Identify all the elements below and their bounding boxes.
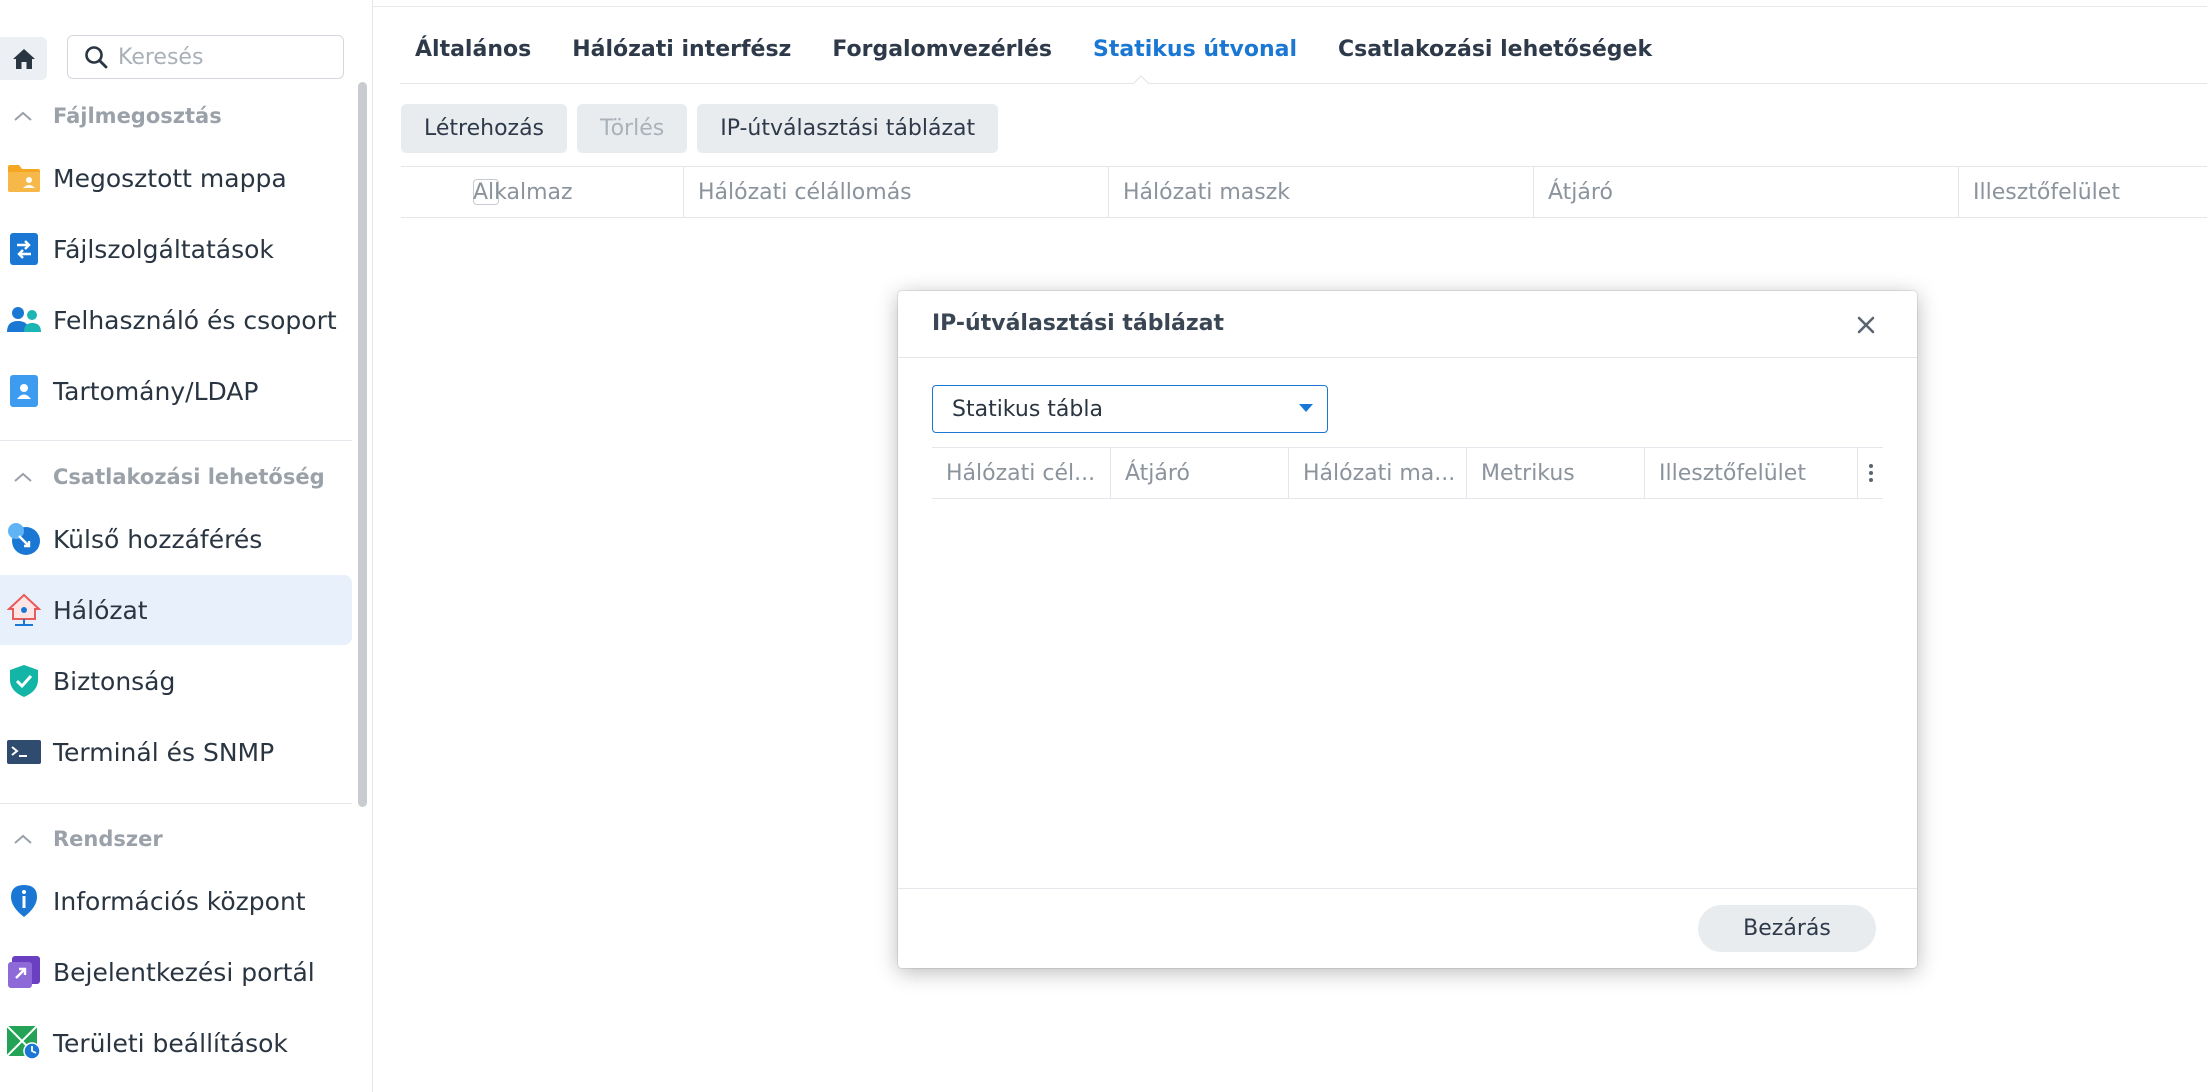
section-header-connectivity[interactable]: Csatlakozási lehetőség: [0, 457, 352, 497]
more-vertical-icon: [1869, 464, 1873, 482]
section-title: Rendszer: [53, 827, 163, 851]
file-services-icon: [7, 232, 41, 266]
sidebar-divider: [0, 440, 352, 441]
routing-table-button[interactable]: IP-útválasztási táblázat: [697, 104, 999, 153]
search-icon: [85, 46, 108, 69]
terminal-icon: [7, 735, 41, 769]
sidebar-item-external-access[interactable]: Külső hozzáférés: [0, 504, 352, 574]
login-portal-icon: [7, 955, 41, 989]
domain-ldap-icon: [7, 374, 41, 408]
column-header-interface[interactable]: Illesztőfelület: [1958, 167, 2207, 217]
close-icon: [1857, 316, 1875, 334]
sidebar-item-label: Tartomány/LDAP: [53, 376, 259, 406]
sidebar-item-info-center[interactable]: Információs központ: [0, 866, 352, 936]
home-icon: [12, 48, 35, 69]
tab-connectivity[interactable]: Csatlakozási lehetőségek: [1338, 37, 1652, 71]
sidebar-item-file-services[interactable]: Fájlszolgáltatások: [0, 214, 352, 284]
dropdown-value: Statikus tábla: [952, 396, 1103, 422]
regional-options-icon: [7, 1026, 41, 1060]
sidebar-item-label: Biztonság: [53, 666, 176, 696]
sidebar-divider: [0, 803, 352, 804]
sidebar-item-security[interactable]: Biztonság: [0, 646, 352, 716]
dialog-footer-divider: [898, 888, 1917, 889]
column-menu-button[interactable]: [1857, 448, 1884, 498]
sidebar-item-label: Területi beállítások: [53, 1028, 288, 1058]
column-header-destination[interactable]: Hálózati cél...: [932, 448, 1110, 498]
dialog-header-divider: [898, 357, 1917, 358]
sidebar-item-network[interactable]: Hálózat: [0, 575, 352, 645]
column-header-apply[interactable]: Alkalmaz: [401, 167, 683, 217]
tab-underline: [400, 83, 2207, 84]
sidebar-item-label: Terminál és SNMP: [53, 737, 275, 767]
info-center-icon: [7, 884, 41, 918]
sidebar-item-regional-options[interactable]: Területi beállítások: [0, 1008, 352, 1078]
sidebar-item-label: Hálózat: [53, 595, 148, 625]
sidebar-item-terminal[interactable]: Terminál és SNMP: [0, 717, 352, 787]
column-header-gateway[interactable]: Átjáró: [1533, 167, 1958, 217]
home-button[interactable]: [0, 37, 47, 80]
chevron-up-icon: [13, 833, 37, 845]
routing-table-dialog: IP-útválasztási táblázat Statikus tábla …: [898, 291, 1917, 968]
sidebar-item-user-group[interactable]: Felhasználó és csoport: [0, 285, 352, 355]
dialog-close-button[interactable]: [1849, 308, 1883, 342]
tab-traffic-control[interactable]: Forgalomvezérlés: [832, 37, 1052, 71]
caret-down-icon: [1299, 404, 1313, 412]
security-shield-icon: [7, 664, 41, 698]
section-header-system[interactable]: Rendszer: [0, 819, 352, 859]
sidebar-item-label: Megosztott mappa: [53, 163, 287, 193]
search-box[interactable]: [67, 35, 344, 79]
column-header-interface[interactable]: Illesztőfelület: [1644, 448, 1857, 498]
tab-network-interface[interactable]: Hálózati interfész: [572, 37, 791, 71]
sidebar-item-label: Információs központ: [53, 886, 306, 916]
search-input[interactable]: [116, 43, 320, 71]
section-title: Fájlmegosztás: [53, 104, 222, 128]
create-button[interactable]: Létrehozás: [401, 104, 568, 153]
sidebar-item-label: Felhasználó és csoport: [53, 305, 337, 335]
network-icon: [7, 593, 41, 627]
tab-bar: Általános Hálózati interfész Forgalomvez…: [415, 37, 1693, 71]
section-title: Csatlakozási lehetőség: [53, 465, 325, 489]
dialog-title: IP-útválasztási táblázat: [932, 311, 1225, 336]
sidebar-item-domain-ldap[interactable]: Tartomány/LDAP: [0, 356, 352, 426]
shared-folder-icon: [7, 161, 41, 195]
active-tab-caret-icon: [1133, 75, 1149, 85]
close-button[interactable]: Bezárás: [1698, 905, 1876, 952]
chevron-up-icon: [13, 471, 37, 483]
column-header-gateway[interactable]: Átjáró: [1110, 448, 1288, 498]
sidebar-item-label: Külső hozzáférés: [53, 524, 263, 554]
section-header-file-sharing[interactable]: Fájlmegosztás: [0, 96, 352, 136]
sidebar-item-shared-folder[interactable]: Megosztott mappa: [0, 143, 352, 213]
toolbar: Létrehozás Törlés IP-útválasztási tábláz…: [401, 104, 1008, 153]
user-group-icon: [7, 303, 41, 337]
external-access-icon: [7, 522, 41, 556]
static-route-grid-header: Alkalmaz Hálózati célállomás Hálózati ma…: [401, 166, 2207, 218]
tab-general[interactable]: Általános: [415, 37, 531, 71]
table-type-dropdown[interactable]: Statikus tábla: [932, 385, 1328, 433]
column-header-netmask[interactable]: Hálózati maszk: [1108, 167, 1533, 217]
routing-table-grid-header: Hálózati cél... Átjáró Hálózati ma... Me…: [932, 447, 1883, 499]
chevron-up-icon: [13, 110, 37, 122]
sidebar-item-label: Bejelentkezési portál: [53, 957, 315, 987]
sidebar-item-label: Fájlszolgáltatások: [53, 234, 274, 264]
sidebar-scrollbar[interactable]: [358, 82, 367, 807]
column-header-metric[interactable]: Metrikus: [1466, 448, 1644, 498]
column-header-netmask[interactable]: Hálózati ma...: [1288, 448, 1466, 498]
sidebar-item-login-portal[interactable]: Bejelentkezési portál: [0, 937, 352, 1007]
tab-static-route[interactable]: Statikus útvonal: [1093, 37, 1297, 71]
delete-button[interactable]: Törlés: [577, 104, 688, 153]
column-header-destination[interactable]: Hálózati célállomás: [683, 167, 1108, 217]
sidebar: Fájlmegosztás Megosztott mappa Fájlszolg…: [0, 0, 373, 1092]
